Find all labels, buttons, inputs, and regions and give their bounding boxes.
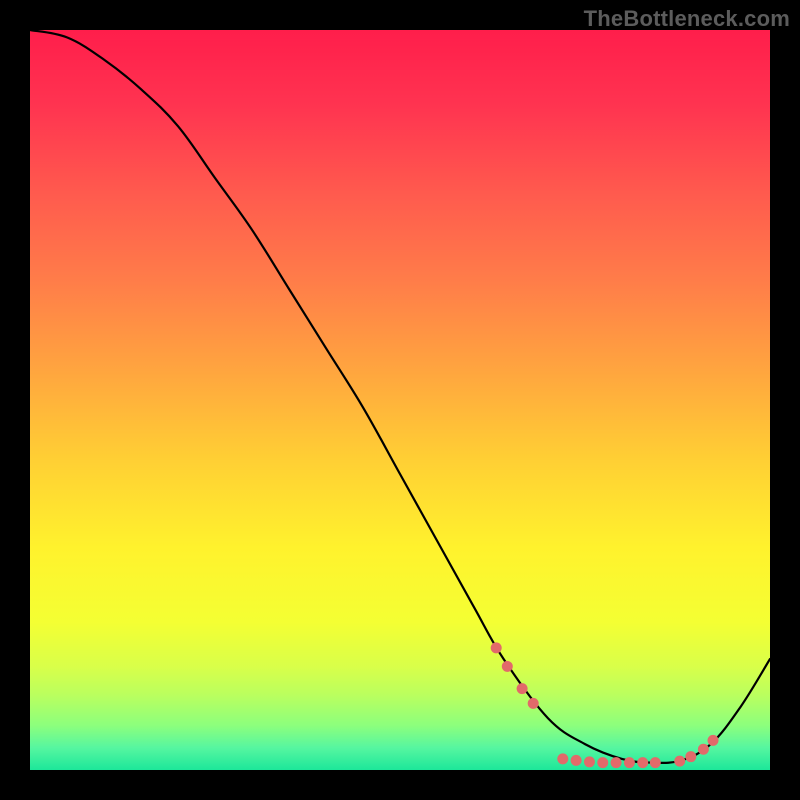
curve-marker xyxy=(624,757,635,768)
curve-marker xyxy=(611,757,622,768)
curve-marker xyxy=(502,661,513,672)
gradient-background xyxy=(30,30,770,770)
curve-marker xyxy=(708,735,719,746)
curve-marker xyxy=(685,751,696,762)
curve-marker xyxy=(584,756,595,767)
chart-frame: TheBottleneck.com xyxy=(0,0,800,800)
curve-marker xyxy=(528,698,539,709)
curve-marker xyxy=(674,756,685,767)
curve-marker xyxy=(597,757,608,768)
curve-marker xyxy=(491,642,502,653)
plot-area xyxy=(30,30,770,770)
curve-marker xyxy=(571,755,582,766)
curve-marker xyxy=(517,683,528,694)
curve-marker xyxy=(698,744,709,755)
curve-marker xyxy=(650,757,661,768)
chart-svg xyxy=(30,30,770,770)
watermark-text: TheBottleneck.com xyxy=(584,6,790,32)
curve-marker xyxy=(557,753,568,764)
curve-marker xyxy=(637,757,648,768)
